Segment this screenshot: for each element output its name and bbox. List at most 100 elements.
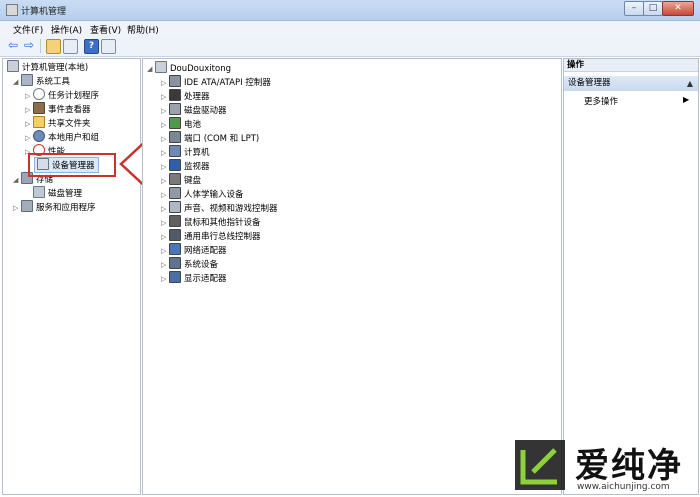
device-category-icon — [169, 75, 181, 87]
close-button[interactable]: ✕ — [662, 1, 694, 16]
back-arrow-icon[interactable]: ⇦ — [8, 39, 21, 52]
toolbar-divider — [40, 39, 41, 53]
device-category-icon — [169, 145, 181, 157]
computer-icon — [155, 61, 167, 73]
watermark-logo — [515, 440, 565, 490]
tree-system-tools[interactable]: ◢ 系统工具 — [13, 74, 70, 88]
expand-triangle-icon[interactable]: ▷ — [161, 273, 169, 286]
show-hide-tree-icon[interactable] — [63, 39, 78, 54]
tree-event-viewer[interactable]: ▷ 事件查看器 — [25, 102, 91, 116]
collapse-section-icon[interactable]: ▲ — [687, 76, 693, 91]
device-category-label: 键盘 — [184, 176, 202, 186]
device-category-item[interactable]: ▷ 系统设备 — [161, 257, 218, 271]
computer-management-icon — [6, 4, 18, 16]
device-category-label: 通用串行总线控制器 — [184, 232, 261, 242]
more-actions-link[interactable]: 更多操作 — [584, 95, 618, 107]
device-category-label: 显示适配器 — [184, 274, 227, 284]
tree-root[interactable]: 计算机管理(本地) — [7, 60, 88, 74]
actions-header: 操作 — [564, 59, 698, 72]
device-category-label: 网络适配器 — [184, 246, 227, 256]
device-category-label: 声音、视频和游戏控制器 — [184, 204, 278, 214]
device-category-icon — [169, 243, 181, 255]
console-tree-pane: 计算机管理(本地) ◢ 系统工具 ▷ 任务计划程序 ▷ 事件查看器 ▷ 共享文件夹 ▷ 本… — [2, 58, 141, 495]
device-category-icon — [169, 215, 181, 227]
device-category-icon — [169, 131, 181, 143]
device-category-icon — [169, 89, 181, 101]
shared-folder-icon — [33, 116, 45, 128]
device-category-item[interactable]: ▷ 显示适配器 — [161, 271, 227, 285]
menu-bar: 文件(F) 操作(A) 查看(V) 帮助(H) — [0, 21, 700, 36]
device-category-item[interactable]: ▷ 通用串行总线控制器 — [161, 229, 261, 243]
device-tree-pane: ◢ DouDouxitong ▷ IDE ATA/ATAPI 控制器 ▷ 处理器 ▷ 磁盘驱… — [142, 58, 562, 495]
device-category-icon — [169, 159, 181, 171]
device-category-icon — [169, 117, 181, 129]
clock-icon — [33, 88, 45, 100]
device-category-label: 计算机 — [184, 148, 210, 158]
device-category-label: 端口 (COM 和 LPT) — [184, 134, 260, 144]
device-category-item[interactable]: ▷ 人体学输入设备 — [161, 187, 244, 201]
device-category-label: 系统设备 — [184, 260, 219, 270]
collapse-triangle-icon[interactable]: ◢ — [147, 63, 155, 76]
menu-action[interactable]: 操作(A) — [51, 23, 82, 36]
actions-section-device-manager[interactable]: 设备管理器 ▲ — [564, 76, 698, 91]
window-title: 计算机管理 — [21, 7, 67, 17]
help-icon[interactable]: ? — [84, 39, 99, 54]
minimize-button[interactable]: – — [624, 1, 644, 16]
tree-task-scheduler[interactable]: ▷ 任务计划程序 — [25, 88, 99, 102]
device-category-item[interactable]: ▷ 计算机 — [161, 145, 210, 159]
device-category-label: 监视器 — [184, 162, 210, 172]
watermark-url: www.aichunjing.com — [577, 482, 670, 492]
actions-pane: 操作 设备管理器 ▲ 更多操作 ▶ — [563, 58, 699, 495]
annotation-highlight-box — [28, 153, 116, 177]
properties-icon[interactable] — [101, 39, 116, 54]
device-category-item[interactable]: ▷ 声音、视频和游戏控制器 — [161, 201, 278, 215]
services-icon — [21, 200, 33, 212]
device-category-icon — [169, 187, 181, 199]
menu-file[interactable]: 文件(F) — [13, 23, 43, 36]
expand-triangle-icon[interactable]: ▷ — [13, 202, 21, 215]
tree-shared-folders[interactable]: ▷ 共享文件夹 — [25, 116, 91, 130]
device-category-item[interactable]: ▷ IDE ATA/ATAPI 控制器 — [161, 75, 271, 89]
device-category-icon — [169, 103, 181, 115]
device-category-icon — [169, 271, 181, 283]
submenu-arrow-icon: ▶ — [683, 95, 690, 104]
disk-icon — [33, 186, 45, 198]
device-category-item[interactable]: ▷ 处理器 — [161, 89, 210, 103]
device-category-item[interactable]: ▷ 端口 (COM 和 LPT) — [161, 131, 259, 145]
computer-icon — [7, 60, 19, 72]
device-category-icon — [169, 257, 181, 269]
title-bar: 计算机管理 – □ ✕ — [0, 0, 700, 21]
menu-help[interactable]: 帮助(H) — [127, 23, 159, 36]
tree-services-apps[interactable]: ▷ 服务和应用程序 — [13, 200, 96, 214]
device-category-label: 处理器 — [184, 92, 210, 102]
device-category-icon — [169, 229, 181, 241]
toolbar: ⇦ ⇨ ? — [0, 36, 700, 57]
forward-arrow-icon[interactable]: ⇨ — [24, 39, 37, 52]
device-category-item[interactable]: ▷ 网络适配器 — [161, 243, 227, 257]
watermark-brand: 爱纯净 — [575, 446, 683, 486]
device-category-item[interactable]: ▷ 电池 — [161, 117, 201, 131]
collapse-triangle-icon[interactable]: ◢ — [13, 174, 21, 187]
collapse-triangle-icon[interactable]: ◢ — [13, 76, 21, 89]
maximize-button[interactable]: □ — [643, 1, 663, 16]
device-category-item[interactable]: ▷ 键盘 — [161, 173, 201, 187]
tools-icon — [21, 74, 33, 86]
device-category-icon — [169, 173, 181, 185]
device-category-label: 电池 — [184, 120, 202, 130]
menu-view[interactable]: 查看(V) — [90, 23, 121, 36]
up-folder-icon[interactable] — [46, 39, 61, 54]
device-category-label: IDE ATA/ATAPI 控制器 — [184, 78, 271, 88]
device-category-label: 鼠标和其他指针设备 — [184, 218, 261, 228]
device-category-item[interactable]: ▷ 磁盘驱动器 — [161, 103, 227, 117]
device-category-icon — [169, 201, 181, 213]
device-root[interactable]: ◢ DouDouxitong — [147, 61, 231, 75]
device-category-label: 磁盘驱动器 — [184, 106, 227, 116]
event-log-icon — [33, 102, 45, 114]
users-icon — [33, 130, 45, 142]
device-category-item[interactable]: ▷ 监视器 — [161, 159, 210, 173]
device-category-label: 人体学输入设备 — [184, 190, 244, 200]
tree-disk-management[interactable]: 磁盘管理 — [33, 186, 82, 200]
tree-local-users[interactable]: ▷ 本地用户和组 — [25, 130, 99, 144]
device-category-item[interactable]: ▷ 鼠标和其他指针设备 — [161, 215, 261, 229]
watermark: 爱纯净 www.aichunjing.com — [505, 434, 700, 497]
